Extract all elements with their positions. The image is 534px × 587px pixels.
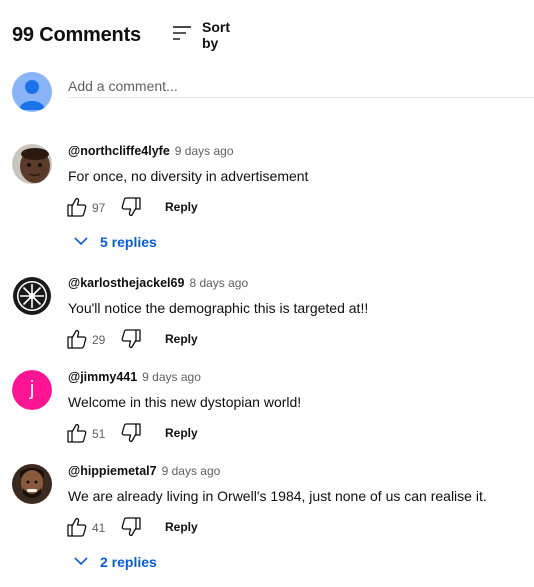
like-count: 51 (92, 427, 106, 441)
like-count: 41 (92, 521, 106, 535)
chevron-down-icon (74, 553, 88, 571)
comment-time[interactable]: 9 days ago (162, 464, 221, 478)
dislike-button[interactable] (120, 328, 142, 350)
comment-author[interactable]: @karlosthejackel69 (68, 276, 184, 290)
replies-count-label: 2 replies (100, 554, 157, 570)
avatar[interactable] (12, 464, 52, 504)
like-count: 29 (92, 333, 106, 347)
dislike-button[interactable] (120, 422, 142, 444)
dislike-button[interactable] (120, 516, 142, 538)
comment-author[interactable]: @northcliffe4lyfe (68, 144, 170, 158)
current-user-avatar (12, 72, 52, 112)
avatar[interactable] (12, 144, 52, 184)
sort-by-label: Sort by (202, 19, 230, 51)
view-replies-button[interactable]: 5 replies (68, 232, 534, 252)
like-button[interactable] (66, 196, 88, 218)
reply-button[interactable]: Reply (165, 200, 198, 214)
comment-text: Welcome in this new dystopian world! (68, 394, 302, 410)
avatar[interactable]: j (12, 370, 52, 410)
comment-time[interactable]: 8 days ago (189, 276, 248, 290)
thumbs-down-icon (121, 423, 141, 443)
thumbs-down-icon (121, 197, 141, 217)
thumbs-up-icon (67, 423, 87, 443)
comment-time[interactable]: 9 days ago (142, 370, 201, 384)
comments-header: 99 Comments Sort by (12, 19, 230, 51)
thumbs-up-icon (67, 197, 87, 217)
dislike-button[interactable] (120, 196, 142, 218)
like-count: 97 (92, 201, 106, 215)
replies-count-label: 5 replies (100, 234, 157, 250)
add-comment-row (12, 72, 534, 114)
reply-button[interactable]: Reply (165, 332, 198, 346)
comment-author[interactable]: @jimmy441 (68, 370, 137, 384)
thumbs-up-icon (67, 517, 87, 537)
reply-button[interactable]: Reply (165, 520, 198, 534)
sort-icon (172, 24, 192, 47)
like-button[interactable] (66, 516, 88, 538)
add-comment-input[interactable] (68, 74, 534, 98)
comment-count: 99 Comments (12, 23, 141, 46)
view-replies-button[interactable]: 2 replies (68, 552, 534, 572)
reply-button[interactable]: Reply (165, 426, 198, 440)
comment-time[interactable]: 9 days ago (175, 144, 234, 158)
avatar-letter: j (29, 378, 35, 400)
comment-text: We are already living in Orwell's 1984, … (68, 488, 487, 504)
comment-author[interactable]: @hippiemetal7 (68, 464, 157, 478)
like-button[interactable] (66, 328, 88, 350)
comment-text: For once, no diversity in advertisement (68, 168, 309, 184)
chevron-down-icon (74, 233, 88, 251)
comment-text: You'll notice the demographic this is ta… (68, 300, 369, 316)
avatar[interactable] (12, 276, 52, 316)
sort-by-button[interactable]: Sort by (172, 19, 230, 51)
thumbs-down-icon (121, 329, 141, 349)
thumbs-down-icon (121, 517, 141, 537)
like-button[interactable] (66, 422, 88, 444)
thumbs-up-icon (67, 329, 87, 349)
